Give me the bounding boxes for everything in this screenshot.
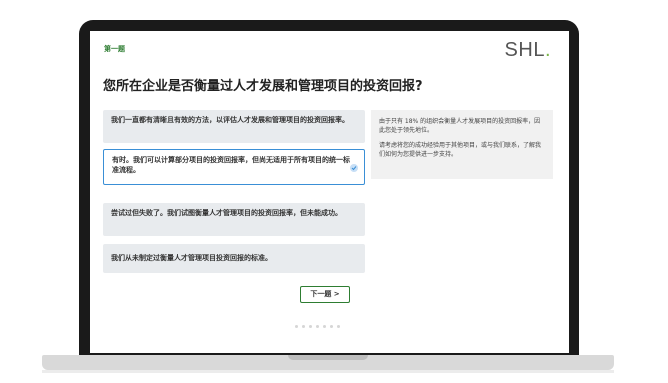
answer-option-4[interactable]: 我们从未制定过衡量人才管理项目投资回报的标准。 <box>103 244 365 273</box>
option-text: 尝试过但失败了。我们试图衡量人才管理项目的投资回报率，但未能成功。 <box>111 209 342 217</box>
shl-logo: SHL. <box>505 39 551 62</box>
progress-dot <box>337 325 340 328</box>
option-text: 我们一直都有清晰且有效的方法，以评估人才发展和管理项目的投资回报率。 <box>111 116 349 124</box>
progress-dot <box>302 325 305 328</box>
option-text: 我们从未制定过衡量人才管理项目投资回报的标准。 <box>111 254 272 262</box>
feedback-text-2: 请考虑将您的成功经验用于其他项目，或与我们联系，了解我们如何为您提供进一步支持。 <box>379 142 542 158</box>
answer-option-2[interactable]: 有时。我们可以计算部分项目的投资回报率，但尚无适用于所有项目的统一标准流程。 <box>103 149 365 185</box>
progress-dot <box>309 325 312 328</box>
logo-dot: . <box>544 39 551 61</box>
progress-dot <box>330 325 333 328</box>
feedback-panel: 由于只有 18% 的组织会衡量人才发展项目的投资回报率，因此您处于领先地位。 请… <box>371 110 553 179</box>
logo-text: SHL <box>504 39 545 61</box>
progress-dots <box>295 325 340 328</box>
feedback-text-1: 由于只有 18% 的组织会衡量人才发展项目的投资回报率，因此您处于领先地位。 <box>379 118 541 134</box>
next-question-button[interactable]: 下一题 > <box>300 286 350 303</box>
progress-dot <box>323 325 326 328</box>
question-title: 您所在企业是否衡量过人才发展和管理项目的投资回报? <box>103 79 423 94</box>
answer-option-1[interactable]: 我们一直都有清晰且有效的方法，以评估人才发展和管理项目的投资回报率。 <box>103 110 365 143</box>
laptop-shadow <box>42 370 614 373</box>
question-number: 第一题 <box>104 45 125 53</box>
answer-option-3[interactable]: 尝试过但失败了。我们试图衡量人才管理项目的投资回报率，但未能成功。 <box>103 203 365 236</box>
progress-dot <box>316 325 319 328</box>
progress-dot <box>295 325 298 328</box>
laptop-notch <box>288 355 368 360</box>
check-icon <box>350 164 358 172</box>
option-text: 有时。我们可以计算部分项目的投资回报率，但尚无适用于所有项目的统一标准流程。 <box>112 156 350 174</box>
survey-screen: 第一题 SHL. 您所在企业是否衡量过人才发展和管理项目的投资回报? 我们一直都… <box>90 31 569 353</box>
